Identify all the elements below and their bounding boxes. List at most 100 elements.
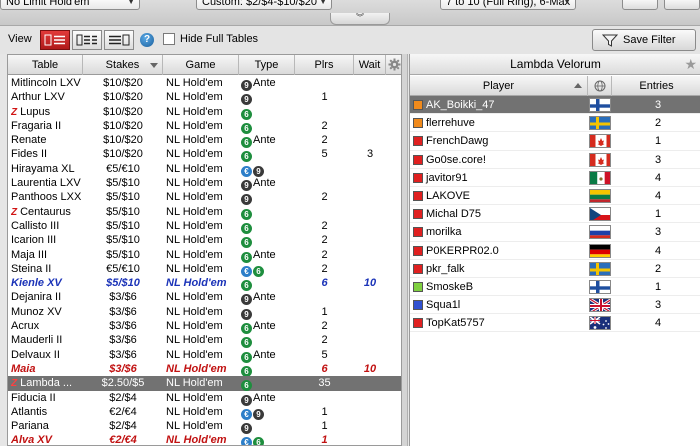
- table-type-cell: €9: [241, 405, 297, 420]
- player-row[interactable]: Michal D75 1: [410, 205, 700, 224]
- table-row[interactable]: Mauderli II $3/$6 NL Hold'em 6 2: [8, 333, 401, 349]
- column-header-wait[interactable]: Wait: [354, 55, 386, 75]
- table-type-cell: 9: [241, 419, 297, 435]
- table-stakes-cell: €2/€4: [109, 434, 137, 446]
- table-stakes-cell: $3/$6: [109, 291, 137, 304]
- view-detail-button[interactable]: [72, 30, 102, 50]
- player-name: pkr_falk: [426, 262, 465, 275]
- table-row[interactable]: Z Centaurus $5/$10 NL Hold'em 6: [8, 205, 401, 220]
- table-row[interactable]: Z Lambda ... $2.50/$5 NL Hold'em 6 35: [8, 376, 401, 392]
- save-filter-button[interactable]: Save Filter: [592, 29, 696, 51]
- player-status-icon: [413, 100, 423, 110]
- view-list-button[interactable]: [40, 30, 70, 50]
- table-row[interactable]: Delvaux II $3/$6 NL Hold'em 6 Ante 5: [8, 348, 401, 363]
- seats-filter-select[interactable]: 7 to 10 (Full Ring), 6-Max ▼: [440, 0, 576, 10]
- table-row[interactable]: Alva XV €2/€4 NL Hold'em €6 1: [8, 433, 401, 446]
- player-row[interactable]: P0KERPR02.0 4: [410, 242, 700, 260]
- player-status-icon: [413, 300, 423, 311]
- view-compact-button[interactable]: [104, 30, 134, 50]
- table-row[interactable]: Fides II $10/$20 NL Hold'em 6 5 3: [8, 147, 401, 163]
- table-row[interactable]: Callisto III $5/$10 NL Hold'em 6 2: [8, 219, 401, 234]
- column-header-plrs[interactable]: Plrs: [295, 55, 354, 75]
- table-row[interactable]: Arthur LXV $10/$20 NL Hold'em 9 1: [8, 90, 401, 106]
- table-list-header: Table Stakes Game Type Plrs Wait: [8, 55, 401, 75]
- game-filter-select[interactable]: No Limit Hold'em ▼: [0, 0, 140, 10]
- player-row[interactable]: SmoskeB 1: [410, 278, 700, 297]
- australia-flag-icon: [589, 316, 611, 331]
- filter-options-button[interactable]: [622, 0, 658, 10]
- player-row[interactable]: flerrehuve 2: [410, 114, 700, 133]
- table-row[interactable]: Munoz XV $3/$6 NL Hold'em 9 1: [8, 305, 401, 320]
- help-icon[interactable]: ?: [140, 33, 154, 47]
- column-header-country[interactable]: [588, 76, 612, 96]
- table-name: Mitlincoln LXV: [11, 77, 81, 89]
- table-row[interactable]: Laurentia LXV $5/$10 NL Hold'em 9 Ante: [8, 176, 401, 192]
- table-type-text: Ante: [253, 134, 276, 147]
- table-row[interactable]: Kienle XV $5/$10 NL Hold'em 6 6 10: [8, 276, 401, 292]
- table-row[interactable]: Maia $3/$6 NL Hold'em 6 6 10: [8, 362, 401, 377]
- table-name: Delvaux II: [11, 348, 60, 361]
- table-row[interactable]: Maja III $5/$10 NL Hold'em 6 Ante 2: [8, 248, 401, 263]
- player-row[interactable]: morilka 3: [410, 223, 700, 242]
- player-row[interactable]: LAKOVE 4: [410, 187, 700, 206]
- zoom-table-icon: Z: [11, 106, 18, 118]
- table-name: Lupus: [20, 105, 51, 118]
- table-row[interactable]: Steina II €5/€10 NL Hold'em €6 2: [8, 262, 401, 277]
- table-row[interactable]: Renate $10/$20 NL Hold'em 6 Ante 2: [8, 133, 401, 149]
- chevron-down-icon: ▼: [563, 0, 571, 6]
- table-name-cell: Fides II: [11, 147, 83, 161]
- stakes-filter-select[interactable]: Custom: $2/$4-$10/$20 ▼: [196, 0, 332, 10]
- hide-full-tables-checkbox[interactable]: [163, 33, 175, 45]
- sort-ascending-icon: [574, 83, 582, 88]
- panel-divider[interactable]: [402, 54, 408, 446]
- favorite-star-icon[interactable]: ★: [684, 57, 697, 71]
- player-row[interactable]: Go0se.core! 3: [410, 151, 700, 169]
- table-row[interactable]: Z Lupus $10/$20 NL Hold'em 6: [8, 105, 401, 120]
- table-row[interactable]: Acrux $3/$6 NL Hold'em 6 Ante 2: [8, 319, 401, 335]
- player-row[interactable]: javitor91 4: [410, 169, 700, 187]
- player-row[interactable]: TopKat5757 4: [410, 314, 700, 333]
- table-game-cell: NL Hold'em: [166, 305, 223, 318]
- player-entries: 1: [654, 135, 662, 148]
- player-row[interactable]: FrenchDawg 1: [410, 132, 700, 151]
- table-row[interactable]: Atlantis €2/€4 NL Hold'em €9 1: [8, 405, 401, 420]
- refresh-button[interactable]: [664, 0, 700, 10]
- column-header-stakes[interactable]: Stakes: [83, 55, 163, 75]
- column-header-entries[interactable]: Entries: [612, 76, 700, 96]
- table-plrs-cell: 5: [321, 148, 328, 161]
- table-row[interactable]: Pariana $2/$4 NL Hold'em 9 1: [8, 419, 401, 435]
- player-row[interactable]: pkr_falk 2: [410, 260, 700, 278]
- table-name: Pariana: [11, 420, 49, 433]
- table-row[interactable]: Fragaria II $10/$20 NL Hold'em 6 2: [8, 119, 401, 134]
- table-name-cell: Mitlincoln LXV: [11, 76, 83, 90]
- table-name-cell: Dejanira II: [11, 290, 83, 304]
- finland-flag-icon: [589, 279, 611, 294]
- column-header-table[interactable]: Table: [8, 55, 83, 75]
- player-entries: 1: [654, 208, 662, 221]
- player-entries: 4: [654, 244, 662, 257]
- table-name: Steina II: [11, 262, 52, 275]
- column-header-player[interactable]: Player: [410, 76, 588, 96]
- player-status-icon: [413, 154, 423, 165]
- sweden-flag-icon: [589, 261, 611, 276]
- gear-icon[interactable]: [388, 58, 401, 71]
- table-name-cell: Fragaria II: [11, 119, 83, 133]
- table-row[interactable]: Fiducia II $2/$4 NL Hold'em 9 Ante: [8, 391, 401, 406]
- table-row[interactable]: Icarion III $5/$10 NL Hold'em 6 2: [8, 233, 401, 249]
- view-toolbar: View ? Hide Full Tables Save Filter: [0, 26, 700, 54]
- table-type-cell: €6: [241, 433, 297, 445]
- column-header-type[interactable]: Type: [239, 55, 295, 75]
- player-row[interactable]: AK_Boikki_47 3: [410, 96, 700, 115]
- table-row[interactable]: Mitlincoln LXV $10/$20 NL Hold'em 9 Ante: [8, 76, 401, 91]
- player-row[interactable]: Squa1l 3: [410, 296, 700, 315]
- collapse-filters-button[interactable]: ︾: [330, 13, 390, 25]
- player-status-icon: [413, 281, 423, 292]
- table-type-text: Ante: [253, 77, 276, 89]
- hide-full-tables-label[interactable]: Hide Full Tables: [180, 33, 258, 45]
- column-header-game[interactable]: Game: [163, 55, 239, 75]
- table-name-cell: Renate: [11, 133, 83, 147]
- table-type-cell: 6 Ante: [241, 248, 297, 263]
- table-row[interactable]: Hirayama XL €5/€10 NL Hold'em €9: [8, 162, 401, 177]
- table-row[interactable]: Panthoos LXX $5/$10 NL Hold'em 9 2: [8, 190, 401, 206]
- table-row[interactable]: Dejanira II $3/$6 NL Hold'em 9 Ante: [8, 290, 401, 306]
